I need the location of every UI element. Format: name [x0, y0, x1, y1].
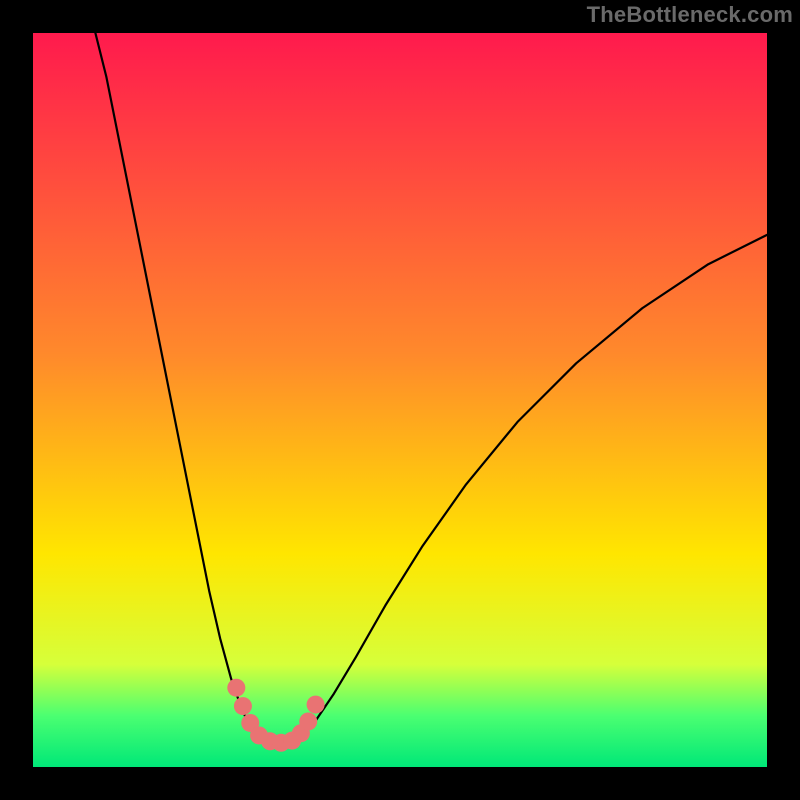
watermark-text: TheBottleneck.com — [587, 4, 793, 26]
data-marker — [227, 679, 245, 697]
data-marker — [307, 696, 325, 714]
data-marker — [234, 697, 252, 715]
chart-svg — [33, 33, 767, 767]
gradient-background — [33, 33, 767, 767]
outer-frame: TheBottleneck.com — [0, 0, 800, 800]
data-marker — [299, 712, 317, 730]
plot-area — [33, 33, 767, 767]
